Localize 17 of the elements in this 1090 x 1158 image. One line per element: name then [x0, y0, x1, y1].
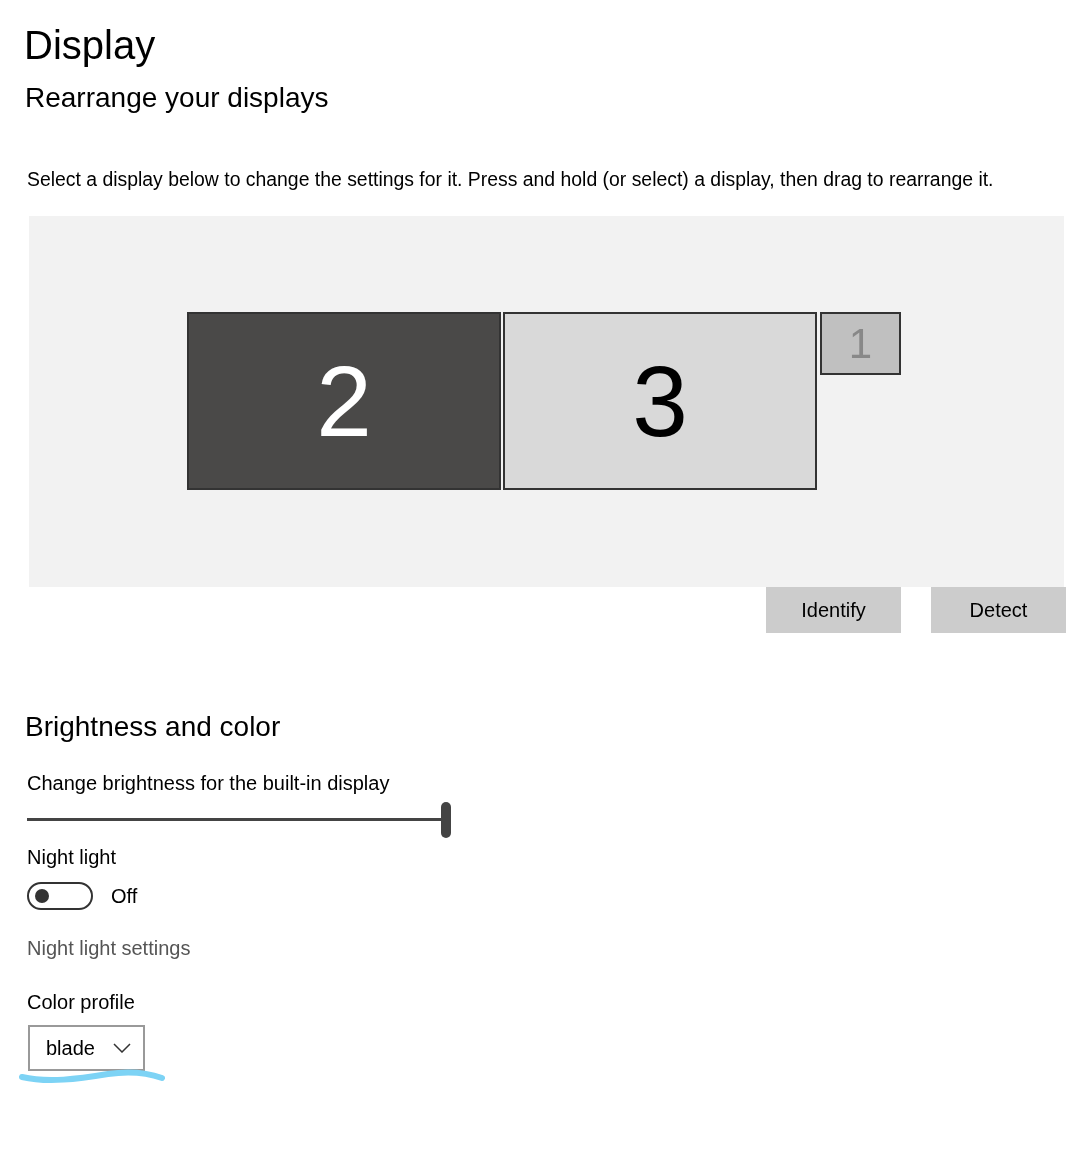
toggle-state: Off: [111, 884, 138, 908]
display-tile[interactable]: 3: [503, 312, 817, 490]
section-heading: Rearrange your displays: [25, 81, 329, 115]
settings-link[interactable]: Night light settings: [27, 935, 191, 961]
action-button[interactable]: Identify: [766, 587, 901, 633]
dropdown-label: Color profile: [27, 990, 135, 1015]
chevron-down-icon: [112, 1043, 131, 1053]
section-heading: Brightness and color: [25, 710, 281, 744]
page-title: Display: [24, 22, 157, 69]
slider-thumb[interactable]: [441, 802, 451, 838]
toggle-label: Night light: [27, 845, 116, 870]
action-button[interactable]: Detect: [931, 587, 1066, 633]
slider-label: Change brightness for the built-in display: [27, 771, 390, 796]
description-text: Select a display below to change the settings for it. Press and hold (or select) a display, then drag to rearrange it.: [27, 167, 994, 192]
color-profile-dropdown[interactable]: blade: [28, 1025, 145, 1071]
display-tile[interactable]: 2: [187, 312, 501, 490]
toggle-switch[interactable]: [27, 882, 93, 910]
